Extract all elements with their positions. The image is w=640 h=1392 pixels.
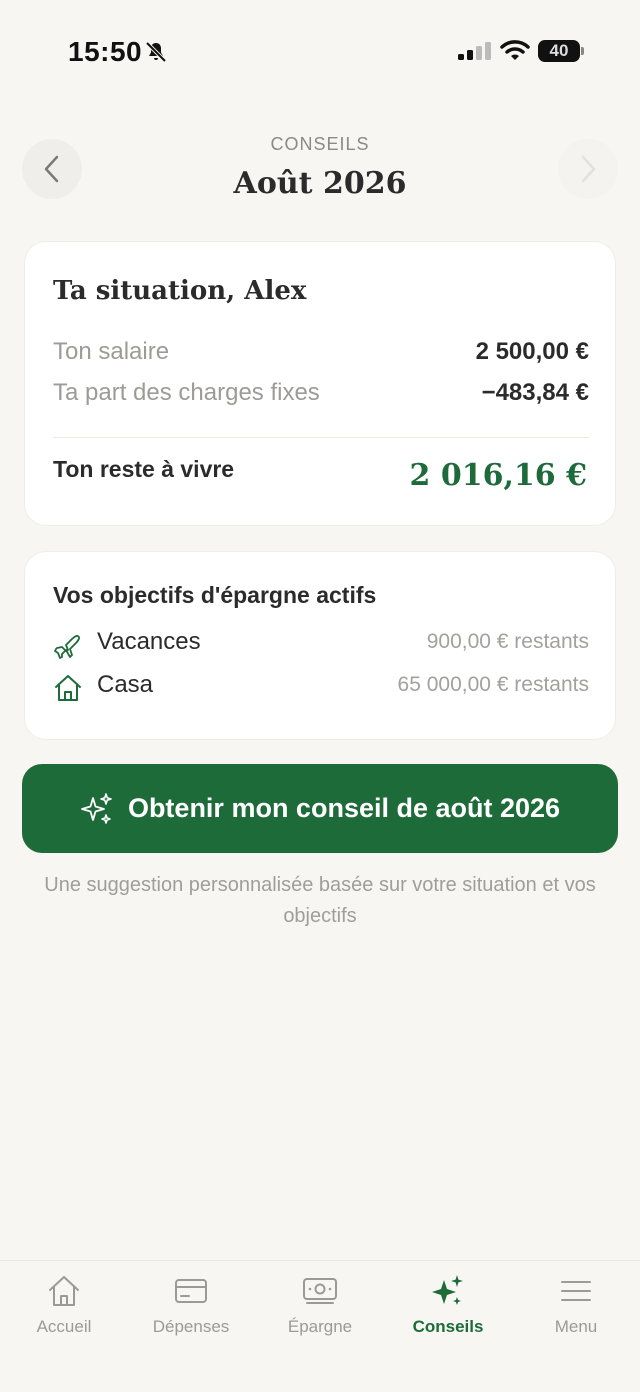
tab-bar: Accueil Dépenses Épargne Conseils Menu [0,1260,640,1392]
savings-goals-card: Vos objectifs d'épargne actifs Vacances … [24,551,616,740]
tab-label: Menu [554,1317,598,1336]
banknote-icon [303,1278,337,1304]
card-icon [175,1279,207,1303]
goal-name: Casa [97,671,154,698]
tab-epargne[interactable]: Épargne [256,1273,384,1353]
page-title: Août 2026 [233,166,407,201]
tab-accueil[interactable]: Accueil [0,1273,128,1353]
menu-icon [561,1281,591,1301]
house-icon [55,675,81,701]
divider [53,437,589,438]
chevron-right-icon [581,155,596,183]
salary-row: Ton salaire 2 500,00 € [53,338,589,368]
goal-item-casa[interactable]: Casa 65 000,00 € restants [53,671,589,703]
sparkles-icon [81,792,112,824]
goal-remaining: 900,00 € restants [426,630,589,653]
goal-name: Vacances [97,628,201,655]
plane-icon [54,635,80,659]
tab-label: Dépenses [152,1317,230,1336]
tab-depenses[interactable]: Dépenses [127,1273,255,1353]
page-eyebrow: CONSEILS [270,134,370,154]
wifi-icon [500,40,530,60]
bell-off-icon [145,41,167,63]
next-month-button[interactable] [558,139,618,199]
advice-caption: Une suggestion personnalisée basée sur v… [44,874,596,927]
tab-label: Conseils [412,1317,484,1336]
savings-goals-title: Vos objectifs d'épargne actifs [53,582,377,608]
battery-indicator: 40 [538,38,584,64]
screen: 15:50 40 CONSEILS Août 2026 Ta situation… [0,0,640,1392]
goal-item-vacances[interactable]: Vacances 900,00 € restants [53,628,589,660]
sparkles-icon [432,1275,463,1305]
remaining-value: 2 016,16 € [409,458,587,493]
tab-label: Accueil [36,1317,92,1336]
status-time: 15:50 [68,36,143,67]
tab-label: Épargne [287,1317,353,1336]
signal-icon [458,42,491,60]
fixed-charges-value: −483,84 € [481,379,589,406]
tab-menu[interactable]: Menu [512,1273,640,1353]
fixed-charges-label: Ta part des charges fixes [53,379,320,406]
remaining-label: Ton reste à vivre [53,456,235,482]
get-advice-button[interactable]: Obtenir mon conseil de août 2026 [22,764,618,853]
situation-title: Ta situation, Alex [53,276,307,306]
tab-conseils[interactable]: Conseils [384,1273,512,1353]
goal-remaining: 65 000,00 € restants [397,673,589,696]
status-bar: 15:50 40 [0,0,640,100]
battery-cap [581,47,584,55]
get-advice-label: Obtenir mon conseil de août 2026 [127,793,561,823]
fixed-charges-row: Ta part des charges fixes −483,84 € [53,379,589,409]
situation-card: Ta situation, Alex Ton salaire 2 500,00 … [24,241,616,526]
battery-level: 40 [549,41,569,60]
salary-label: Ton salaire [53,338,170,365]
home-icon [49,1276,79,1306]
salary-value: 2 500,00 € [475,338,589,365]
